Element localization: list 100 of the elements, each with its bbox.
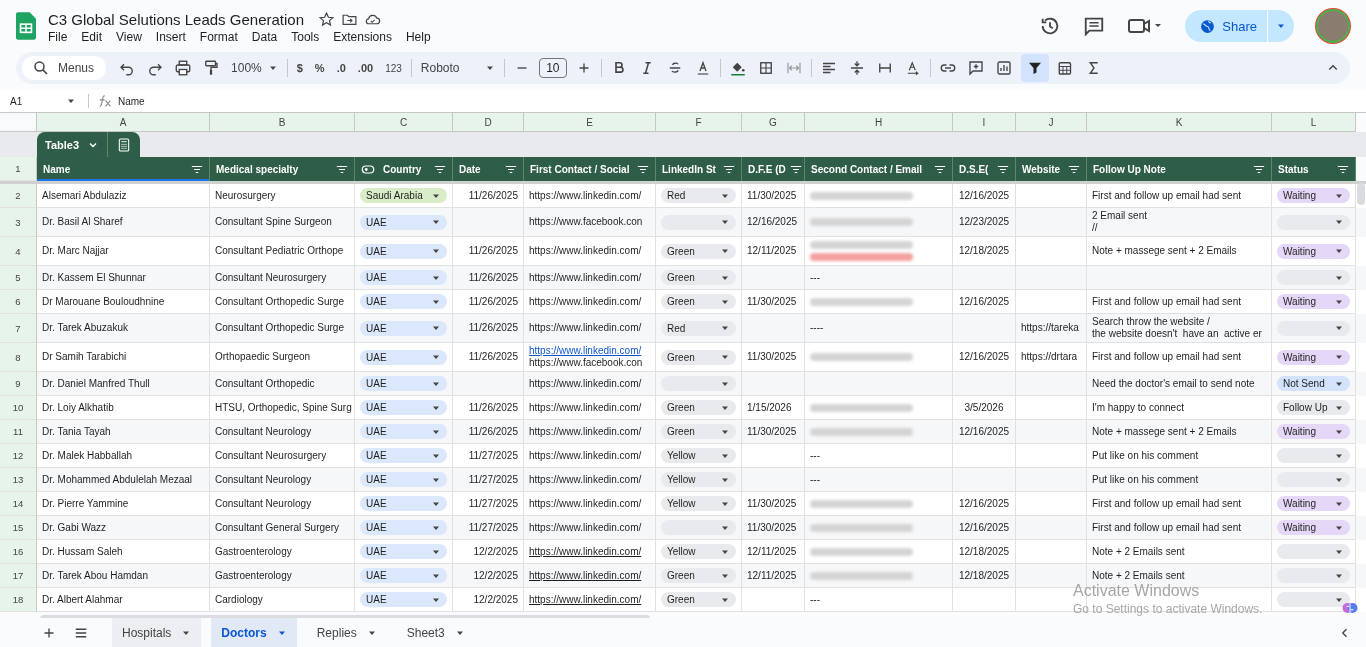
column-header[interactable]: D: [453, 113, 524, 132]
increase-decimal-button[interactable]: .00: [354, 62, 377, 74]
vertical-scrollbar[interactable]: [1357, 183, 1365, 205]
row-header[interactable]: 1: [0, 157, 37, 181]
country-chip[interactable]: UAE: [360, 320, 447, 336]
sheet-tab[interactable]: Doctors: [211, 618, 297, 647]
table-header-cell[interactable]: Website: [1016, 157, 1087, 181]
menu-item[interactable]: Format: [199, 29, 238, 44]
filter-icon[interactable]: [505, 164, 517, 174]
filter-icon[interactable]: [191, 164, 203, 174]
sheets-logo-icon[interactable]: [16, 12, 36, 40]
country-chip[interactable]: UAE: [360, 214, 447, 230]
country-chip[interactable]: UAE: [360, 496, 447, 511]
status-chip[interactable]: Not Send: [1277, 376, 1350, 391]
row-header[interactable]: 9: [0, 372, 37, 396]
column-header[interactable]: H: [805, 113, 953, 132]
menu-item[interactable]: Data: [251, 29, 278, 44]
country-chip[interactable]: UAE: [360, 592, 447, 607]
country-chip[interactable]: UAE: [360, 472, 447, 487]
column-header[interactable]: J: [1016, 113, 1087, 132]
row-header[interactable]: 3: [0, 208, 37, 237]
country-chip[interactable]: UAE: [360, 568, 447, 583]
table-header-cell[interactable]: Medical specialty: [210, 157, 355, 181]
filter-icon[interactable]: [1068, 164, 1080, 174]
table-header-cell[interactable]: Follow Up Note: [1087, 157, 1272, 181]
comment-icon[interactable]: [1083, 15, 1106, 37]
country-chip[interactable]: UAE: [360, 294, 447, 309]
column-header[interactable]: I: [953, 113, 1016, 132]
status-chip[interactable]: Follow Up: [1277, 400, 1350, 415]
column-header[interactable]: F: [656, 113, 742, 132]
share-button[interactable]: Share: [1185, 10, 1268, 42]
font-size-field[interactable]: 10: [538, 58, 567, 78]
status-chip[interactable]: Waiting: [1277, 424, 1350, 439]
row-header[interactable]: 5: [0, 266, 37, 290]
country-chip[interactable]: UAE: [360, 376, 447, 391]
filter-icon[interactable]: [336, 164, 348, 174]
row-header[interactable]: 8: [0, 343, 37, 372]
linkedin-status-chip[interactable]: Red: [661, 320, 736, 336]
country-chip[interactable]: UAE: [360, 424, 447, 439]
link[interactable]: https://www.linkedin.com/: [529, 545, 650, 558]
filter-icon[interactable]: [637, 164, 649, 174]
formula-field[interactable]: Name: [118, 95, 145, 107]
document-title[interactable]: C3 Global Selutions Leads Generation: [48, 10, 304, 28]
linkedin-status-chip[interactable]: Green: [661, 568, 736, 583]
menu-item[interactable]: Tools: [291, 29, 320, 44]
table-header-cell[interactable]: Status: [1272, 157, 1356, 181]
country-chip[interactable]: UAE: [360, 520, 447, 535]
decrease-decimal-button[interactable]: .0: [333, 62, 349, 74]
row-header[interactable]: 6: [0, 290, 37, 314]
linkedin-status-chip[interactable]: Green: [661, 294, 736, 309]
table-header-cell[interactable]: D.F.E (D: [742, 157, 805, 181]
column-header[interactable]: C: [355, 113, 453, 132]
linkedin-status-chip[interactable]: Yellow: [661, 544, 736, 559]
link[interactable]: https://www.linkedin.com/: [529, 345, 650, 357]
sheet-tab[interactable]: Hospitals: [112, 618, 202, 647]
country-chip[interactable]: UAE: [360, 270, 447, 285]
filter-icon[interactable]: [1253, 164, 1265, 174]
row-header[interactable]: 17: [0, 564, 37, 588]
menu-item[interactable]: View: [116, 29, 142, 44]
column-header[interactable]: K: [1087, 113, 1272, 132]
menu-item[interactable]: Extensions: [333, 29, 392, 44]
status-chip[interactable]: Waiting: [1277, 294, 1350, 309]
filter-icon[interactable]: [434, 164, 446, 174]
menu-item[interactable]: Help: [405, 29, 431, 44]
linkedin-status-chip[interactable]: Yellow: [661, 448, 736, 463]
menu-search-field[interactable]: Menus: [22, 56, 107, 80]
country-chip[interactable]: UAE: [360, 544, 447, 559]
menu-item[interactable]: Edit: [81, 29, 103, 44]
linkedin-status-chip[interactable]: Green: [661, 349, 736, 365]
table-header-cell[interactable]: Name: [37, 157, 210, 181]
sheet-tab[interactable]: Sheet3: [396, 618, 475, 647]
filter-icon[interactable]: [1020, 54, 1049, 82]
row-header[interactable]: 15: [0, 516, 37, 540]
filter-icon[interactable]: [789, 164, 802, 174]
linkedin-status-chip[interactable]: Red: [661, 188, 736, 203]
star-icon[interactable]: [318, 10, 335, 28]
row-header[interactable]: 4: [0, 237, 37, 266]
linkedin-status-chip[interactable]: Green: [661, 400, 736, 415]
table-header-cell[interactable]: LinkedIn St: [656, 157, 742, 181]
name-box[interactable]: A1: [10, 95, 80, 107]
filter-icon[interactable]: [1337, 164, 1349, 174]
link[interactable]: https://www.linkedin.com/: [529, 569, 650, 582]
table-header-cell[interactable]: First Contact / Social: [524, 157, 656, 181]
font-dropdown[interactable]: Roboto: [417, 61, 498, 75]
filter-icon[interactable]: [723, 164, 735, 174]
row-header[interactable]: 18: [0, 588, 37, 612]
column-header[interactable]: A: [37, 113, 210, 132]
row-header[interactable]: 16: [0, 540, 37, 564]
status-chip[interactable]: [1277, 592, 1350, 607]
filter-icon[interactable]: [934, 164, 946, 174]
country-chip[interactable]: UAE: [360, 349, 447, 365]
row-header[interactable]: 11: [0, 420, 37, 444]
row-header[interactable]: 12: [0, 444, 37, 468]
status-chip[interactable]: Waiting: [1277, 520, 1350, 535]
column-header[interactable]: L: [1272, 113, 1356, 132]
linkedin-status-chip[interactable]: Green: [661, 592, 736, 607]
row-header[interactable]: 13: [0, 468, 37, 492]
row-header[interactable]: 14: [0, 492, 37, 516]
linkedin-status-chip[interactable]: Green: [661, 424, 736, 439]
table-header-cell[interactable]: D.S.E(: [953, 157, 1016, 181]
